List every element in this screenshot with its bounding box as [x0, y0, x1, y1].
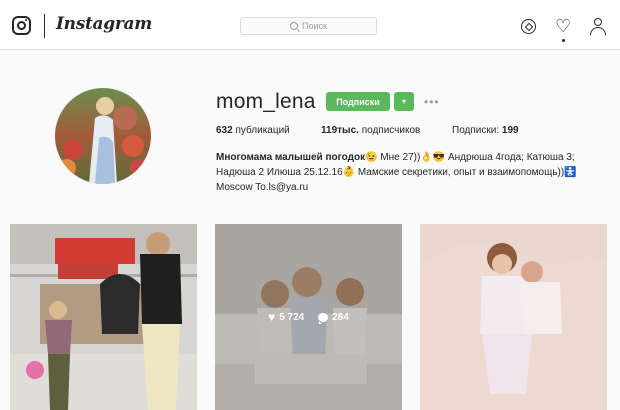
- logo-divider: [44, 14, 45, 38]
- posts-label: публикаций: [235, 125, 290, 136]
- comments-count: 284: [332, 311, 349, 323]
- posts-count: 632: [216, 125, 233, 136]
- profile-bio: Многомама малышей погодок😉 Мне 27))👌😎 Ан…: [216, 150, 601, 195]
- followers-stat[interactable]: 119тыс. подписчиков: [321, 125, 420, 136]
- search-placeholder: Поиск: [302, 21, 327, 31]
- user-icon[interactable]: [590, 18, 606, 36]
- following-count: 199: [501, 125, 519, 136]
- instagram-wordmark[interactable]: Instagram: [56, 14, 152, 34]
- following-button[interactable]: Подписки: [326, 92, 390, 111]
- profile-username: mom_lena: [216, 90, 316, 113]
- bio-name: Многомама малышей погодок: [216, 152, 366, 163]
- bio-line2: Надюша 2 Илюша 25.12.16👶 Мамские секрети…: [216, 167, 577, 178]
- comment-bubble-icon: [318, 312, 329, 324]
- search-icon: [290, 22, 299, 30]
- followers-count: 119тыс.: [321, 125, 359, 136]
- more-options-icon[interactable]: •••: [424, 95, 440, 109]
- heart-icon[interactable]: ♡: [555, 17, 571, 35]
- instagram-logo-icon[interactable]: [12, 16, 31, 35]
- likes-indicator: ♥ 5 724: [268, 310, 304, 324]
- posts-stat: 632 публикаций: [216, 125, 290, 136]
- avatar: [55, 88, 151, 184]
- heart-icon: ♥: [268, 310, 276, 324]
- following-stat[interactable]: Подписки: 199: [452, 125, 519, 136]
- following-label: Подписки:: [452, 125, 500, 136]
- post-hover-overlay: ♥ 5 724 284: [215, 224, 402, 410]
- bio-line3: Moscow To.ls@ya.ru: [216, 182, 309, 193]
- followers-label: подписчиков: [361, 125, 421, 136]
- explore-icon[interactable]: [521, 19, 536, 34]
- chevron-down-icon[interactable]: ▾: [394, 92, 414, 111]
- post-tile[interactable]: [10, 224, 197, 410]
- top-navigation-bar: Instagram Поиск ♡: [0, 0, 620, 50]
- search-input[interactable]: Поиск: [240, 17, 377, 35]
- bio-line1: 😉 Мне 27))👌😎 Андрюша 4года; Катюша 3;: [365, 152, 575, 163]
- post-tile[interactable]: ♥ 5 724 284: [215, 224, 402, 410]
- likes-count: 5 724: [279, 311, 305, 323]
- notification-dot: [562, 39, 565, 42]
- comments-indicator: 284: [318, 311, 349, 324]
- post-tile[interactable]: [420, 224, 607, 410]
